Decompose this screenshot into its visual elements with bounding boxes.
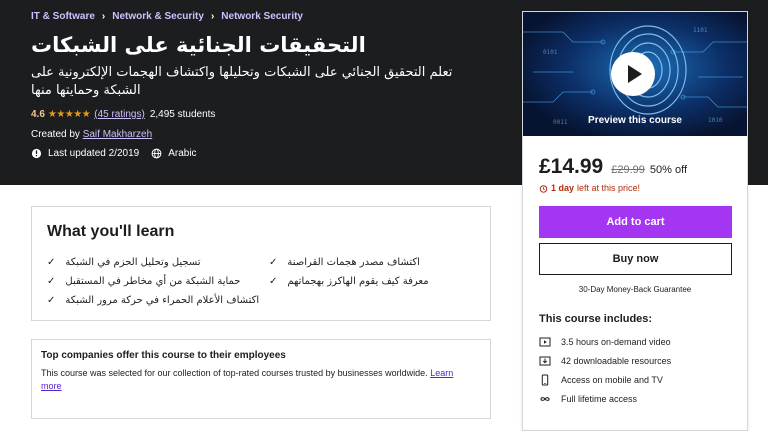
course-language: Arabic xyxy=(168,148,197,159)
svg-text:0101: 0101 xyxy=(543,49,558,56)
check-icon: ✓ xyxy=(269,276,278,287)
alarm-clock-icon xyxy=(539,184,548,193)
list-item: Access on mobile and TV xyxy=(539,370,671,389)
breadcrumb-network-security-topic[interactable]: Network Security xyxy=(221,11,303,22)
guarantee-text: 30-Day Money-Back Guarantee xyxy=(578,285,692,294)
business-banner-text: This course was selected for our collect… xyxy=(41,368,454,391)
business-banner: Top companies offer this course to their… xyxy=(31,339,491,419)
ratings-count-link[interactable]: (45 ratings) xyxy=(94,109,145,120)
learn-item: ✓ حماية الشبكة من أي مخاطر في المستقبل xyxy=(47,276,241,287)
timer-bold: 1 day xyxy=(551,183,575,193)
what-you-learn-box: What you'll learn ✓ تسجيل وتحليل الحزم ف… xyxy=(31,206,491,321)
purchase-card: 0101 1101 0011 1010 Preview this course £1… xyxy=(522,11,748,431)
learn-item: ✓ اكتشاف مصدر هجمات القراصنة xyxy=(269,257,420,268)
video-icon xyxy=(539,337,551,346)
list-item: 3.5 hours on-demand video xyxy=(539,332,671,351)
discount-label: 50% off xyxy=(649,164,687,176)
includes-list: 3.5 hours on-demand video 42 downloadabl… xyxy=(539,332,671,408)
learn-item: ✓ معرفة كيف يقوم الهاكرز بهجماتهم xyxy=(269,276,429,287)
check-icon: ✓ xyxy=(47,276,56,287)
breadcrumb: IT & Software › Network & Security › Net… xyxy=(31,11,303,22)
buy-now-button[interactable]: Buy now xyxy=(539,243,732,275)
infinity-icon xyxy=(540,396,550,401)
chevron-right-icon: › xyxy=(101,11,106,22)
course-meta: Last updated 2/2019 Arabic xyxy=(31,148,209,159)
play-button[interactable] xyxy=(611,52,655,96)
add-to-cart-button[interactable]: Add to cart xyxy=(539,206,732,238)
course-subtitle: تعلم التحقيق الجنائي على الشبكات وتحليله… xyxy=(31,65,453,98)
check-icon: ✓ xyxy=(47,257,56,268)
check-icon: ✓ xyxy=(269,257,278,268)
business-banner-title: Top companies offer this course to their… xyxy=(41,350,286,361)
original-price: £29.99 xyxy=(611,164,645,176)
price-row: £14.99 £29.99 50% off xyxy=(539,155,687,179)
download-icon xyxy=(539,356,551,365)
price-timer: 1 day left at this price! xyxy=(539,183,640,193)
rating-row: 4.6 ★★★★★ (45 ratings) 2,495 students xyxy=(31,109,215,120)
instructor-link[interactable]: Saif Makharzeh xyxy=(83,129,152,140)
star-rating-icon: ★★★★★ xyxy=(47,109,91,120)
list-item: 42 downloadable resources xyxy=(539,351,671,370)
preview-label: Preview this course xyxy=(588,115,682,126)
includes-title: This course includes: xyxy=(539,313,653,325)
alert-badge-icon xyxy=(31,148,42,159)
list-item: Full lifetime access xyxy=(539,389,671,408)
last-updated: Last updated 2/2019 xyxy=(48,148,140,159)
what-you-learn-title: What you'll learn xyxy=(47,223,175,240)
rating-value: 4.6 xyxy=(31,109,45,120)
check-icon: ✓ xyxy=(47,295,56,306)
svg-text:1101: 1101 xyxy=(693,27,708,34)
chevron-right-icon: › xyxy=(210,11,215,22)
created-by-label: Created by xyxy=(31,129,80,140)
globe-icon xyxy=(151,148,162,159)
course-title: التحقيقات الجنائية على الشبكات xyxy=(31,33,366,57)
created-by: Created by Saif Makharzeh xyxy=(31,129,152,140)
course-preview[interactable]: 0101 1101 0011 1010 Preview this course xyxy=(523,12,747,136)
timer-text: left at this price! xyxy=(577,183,641,193)
breadcrumb-network-security[interactable]: Network & Security xyxy=(112,11,204,22)
breadcrumb-it-software[interactable]: IT & Software xyxy=(31,11,95,22)
students-count: 2,495 students xyxy=(149,109,216,120)
current-price: £14.99 xyxy=(539,155,604,178)
learn-item: ✓ تسجيل وتحليل الحزم في الشبكة xyxy=(47,257,201,268)
learn-item: ✓ اكتشاف الأعلام الحمراء في حركة مرور ال… xyxy=(47,295,260,306)
mobile-icon xyxy=(541,374,549,385)
